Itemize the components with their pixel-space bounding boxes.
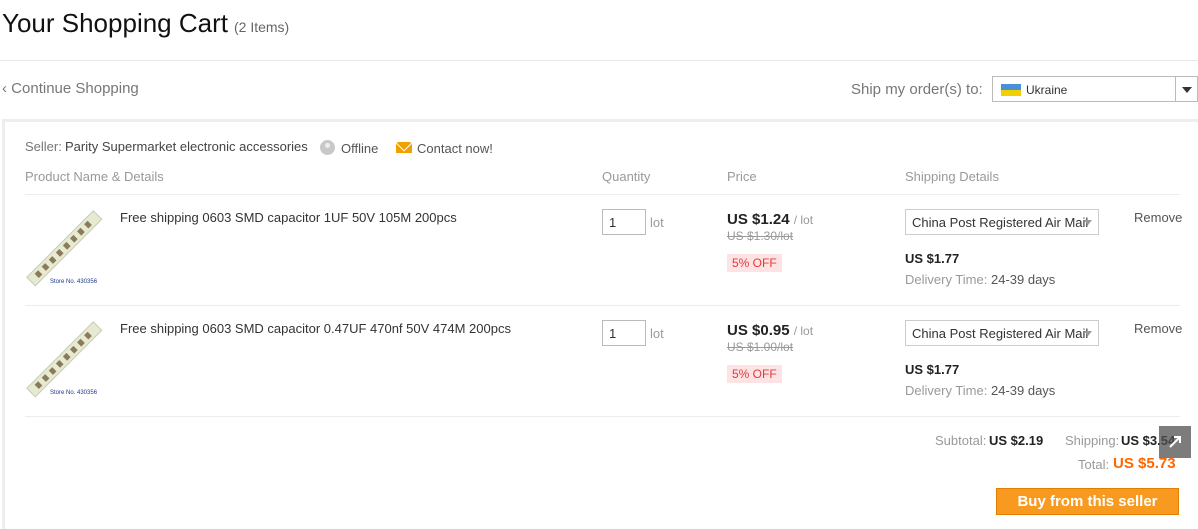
remove-item-link[interactable]: Remove (1134, 321, 1182, 336)
delivery-days: 24-39 days (990, 272, 1056, 287)
header-divider (0, 60, 1198, 61)
product-name-link[interactable]: Free shipping 0603 SMD capacitor 0.47UF … (120, 321, 511, 336)
page-title: Your Shopping Cart (2 Items) (2, 8, 289, 39)
thumbnail-caption: Store No. 430356 (50, 279, 98, 285)
unit-price: US $1.24 / lot (727, 211, 813, 228)
mail-icon[interactable] (396, 142, 412, 153)
quantity-unit: lot (650, 215, 664, 230)
price-unit: / lot (793, 324, 814, 338)
seller-label: Seller: (25, 139, 62, 154)
table-divider (25, 194, 1180, 195)
quantity-unit: lot (650, 326, 664, 341)
column-header-product: Product Name & Details (25, 169, 164, 184)
column-header-price: Price (727, 169, 757, 184)
ship-to-country-value: Ukraine (1026, 83, 1068, 97)
chevron-down-icon[interactable] (1175, 77, 1197, 101)
product-name-link[interactable]: Free shipping 0603 SMD capacitor 1UF 50V… (120, 210, 457, 225)
shipping-cost: US $1.77 (905, 251, 960, 266)
column-header-quantity: Quantity (602, 169, 651, 184)
shipping-method-value: China Post Registered Air Mail (912, 326, 1089, 341)
price-value: US $0.95 (727, 322, 790, 339)
shipping-cost: US $1.77 (905, 362, 960, 377)
ship-to-label: Ship my order(s) to: (851, 81, 983, 98)
original-price: US $1.30/lot (727, 229, 794, 243)
continue-shopping-label: Continue Shopping (11, 80, 139, 97)
original-price: US $1.00/lot (727, 340, 794, 354)
product-thumbnail[interactable]: Store No. 430356 (24, 208, 106, 290)
expand-icon[interactable] (1159, 426, 1191, 458)
discount-badge: 5% OFF (727, 365, 782, 383)
cart-item-count: (2 Items) (233, 19, 290, 35)
delivery-time: Delivery Time: 24-39 days (905, 272, 1055, 287)
subtotal-value: US $2.19 (989, 433, 1044, 448)
product-thumbnail[interactable]: Store No. 430356 (24, 319, 106, 401)
seller-name: Parity Supermarket electronic accessorie… (65, 139, 308, 154)
chevron-left-icon: ‹ (2, 80, 12, 97)
shipping-total-label: Shipping: (1065, 433, 1120, 448)
column-header-shipping: Shipping Details (905, 169, 999, 184)
ship-to-country-select[interactable]: Ukraine (992, 76, 1198, 102)
price-unit: / lot (793, 213, 814, 227)
delivery-label: Delivery Time: (905, 383, 988, 398)
table-divider (25, 416, 1180, 417)
unit-price: US $0.95 / lot (727, 322, 813, 339)
delivery-days: 24-39 days (990, 383, 1056, 398)
delivery-time: Delivery Time: 24-39 days (905, 383, 1055, 398)
seller-status: Offline (341, 141, 379, 156)
quantity-input[interactable] (602, 320, 646, 346)
discount-badge: 5% OFF (727, 254, 782, 272)
shipping-method-select[interactable]: China Post Registered Air Mail (905, 320, 1099, 346)
ukraine-flag-icon (1001, 84, 1021, 96)
shipping-method-value: China Post Registered Air Mail (912, 215, 1089, 230)
buy-from-seller-button[interactable]: Buy from this seller (996, 488, 1179, 515)
table-divider (25, 305, 1180, 306)
delivery-label: Delivery Time: (905, 272, 988, 287)
contact-seller-link[interactable]: Contact now! (417, 141, 493, 156)
price-value: US $1.24 (727, 211, 790, 228)
total-value: US $5.73 (1113, 455, 1176, 472)
remove-item-link[interactable]: Remove (1134, 210, 1182, 225)
cart-title: Your Shopping Cart (2, 8, 228, 38)
offline-status-icon (320, 140, 335, 155)
continue-shopping-link[interactable]: ‹ Continue Shopping (2, 80, 139, 97)
quantity-input[interactable] (602, 209, 646, 235)
shipping-method-select[interactable]: China Post Registered Air Mail (905, 209, 1099, 235)
thumbnail-caption: Store No. 430356 (50, 390, 98, 396)
total-label: Total: (1078, 457, 1110, 472)
subtotal-label: Subtotal: (935, 433, 987, 448)
